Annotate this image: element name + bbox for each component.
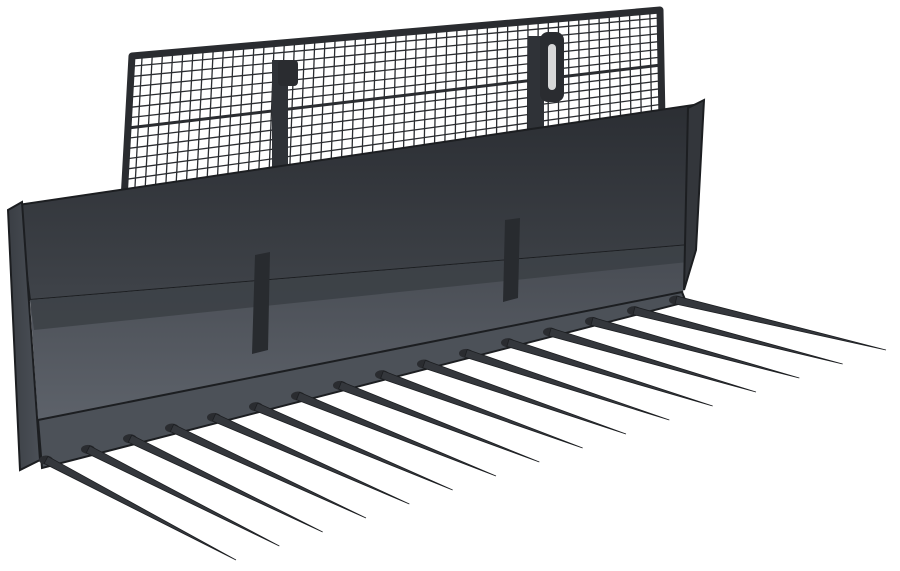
right-side-plate	[683, 98, 706, 291]
rib-left	[252, 252, 270, 354]
tine	[669, 295, 887, 351]
left-slot-plate	[278, 60, 298, 86]
fork-bucket-illustration	[6, 6, 887, 561]
tine-spike	[674, 295, 887, 351]
product-photo	[0, 0, 900, 571]
right-slot	[548, 44, 556, 90]
rib-right	[503, 218, 520, 302]
